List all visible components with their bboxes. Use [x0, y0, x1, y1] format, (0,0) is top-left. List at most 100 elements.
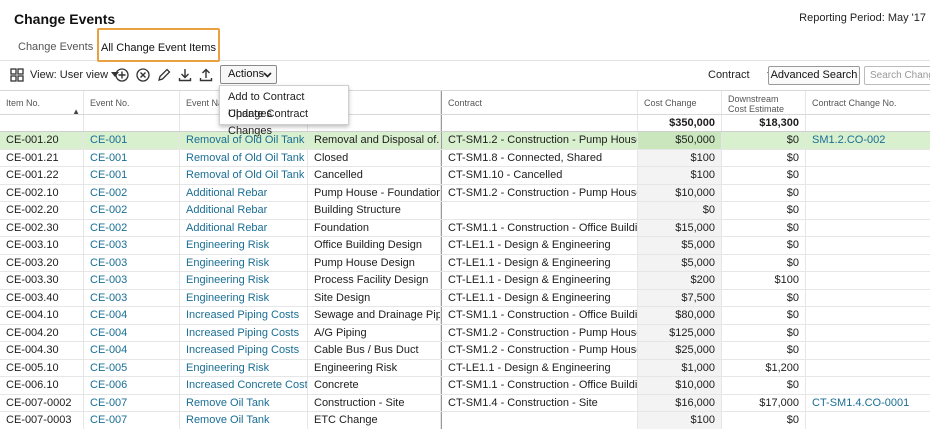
table-row[interactable]: CE-002.10 CE-002 Additional Rebar Pump Hous… — [0, 184, 930, 202]
remove-icon[interactable] — [136, 66, 150, 84]
table-row[interactable]: CE-001.21 CE-001 Removal of Old Oil Tank Cl… — [0, 149, 930, 167]
table-row[interactable]: CE-004.20 CE-004 Increased Piping Costs A/G… — [0, 324, 930, 342]
edit-icon[interactable] — [157, 66, 171, 84]
grid-view-icon[interactable] — [10, 66, 24, 84]
contract-change-no-link[interactable] — [806, 272, 930, 289]
event-name-link[interactable]: Increased Piping Costs — [180, 342, 308, 359]
cost-change-cell: $50,000 — [638, 132, 722, 149]
contract-change-no-link[interactable] — [806, 220, 930, 237]
table-row[interactable]: CE-007-0002 CE-007 Remove Oil Tank Construc… — [0, 394, 930, 412]
table-row[interactable]: CE-001.20 CE-001 Removal of Old Oil Tank Re… — [0, 132, 930, 150]
event-name-link[interactable]: Removal of Old Oil Tank — [180, 149, 308, 166]
table-row[interactable]: CE-002.20 CE-002 Additional Rebar Building … — [0, 202, 930, 220]
add-icon[interactable] — [115, 66, 129, 84]
item-no-cell: CE-001.22 — [0, 167, 84, 184]
tab-change-events[interactable]: Change Events — [18, 35, 93, 60]
event-no-link[interactable]: CE-003 — [84, 237, 180, 254]
contract-change-no-link[interactable] — [806, 255, 930, 272]
column-header-cost-change[interactable]: Cost Change — [638, 91, 722, 114]
download-icon[interactable] — [178, 66, 192, 84]
event-name-link[interactable]: Removal of Old Oil Tank — [180, 167, 308, 184]
contract-change-no-link[interactable] — [806, 290, 930, 307]
table-row[interactable]: CE-004.30 CE-004 Increased Piping Costs Cab… — [0, 342, 930, 360]
event-no-link[interactable]: CE-001 — [84, 167, 180, 184]
event-name-link[interactable]: Increased Piping Costs — [180, 307, 308, 324]
contract-change-no-link[interactable] — [806, 167, 930, 184]
tab-bar: Change Events All Change Event Items — [0, 28, 930, 62]
column-header-contract[interactable]: Contract — [441, 91, 638, 114]
event-name-link[interactable]: Engineering Risk — [180, 289, 308, 306]
event-no-link[interactable]: CE-001 — [84, 132, 180, 149]
event-no-link[interactable]: CE-005 — [84, 359, 180, 376]
view-selector[interactable]: View: User view — [30, 66, 120, 84]
event-no-link[interactable]: CE-002 — [84, 184, 180, 201]
event-no-link[interactable]: CE-003 — [84, 272, 180, 289]
event-no-link[interactable]: CE-003 — [84, 289, 180, 306]
table-row[interactable]: CE-001.22 CE-001 Removal of Old Oil Tank Ca… — [0, 167, 930, 185]
contract-change-no-link[interactable] — [806, 202, 930, 219]
tab-all-change-event-items[interactable]: All Change Event Items — [97, 28, 220, 62]
search-input[interactable]: Search Change — [864, 66, 930, 85]
contract-cell: CT-SM1.8 - Connected, Shared — [441, 149, 638, 166]
downstream-cost-cell: $0 — [722, 132, 806, 149]
table-row[interactable]: CE-004.10 CE-004 Increased Piping Costs Sew… — [0, 307, 930, 325]
downstream-cost-cell: $1,200 — [722, 359, 806, 376]
event-no-link[interactable]: CE-004 — [84, 324, 180, 341]
table-row[interactable]: CE-002.30 CE-002 Additional Rebar Foundatio… — [0, 219, 930, 237]
upload-icon[interactable] — [199, 66, 213, 84]
contract-change-no-link[interactable] — [806, 307, 930, 324]
contract-change-no-link[interactable] — [806, 412, 930, 429]
contract-change-no-link[interactable] — [806, 150, 930, 167]
contract-filter-select[interactable]: Contract — [708, 66, 775, 84]
item-no-cell: CE-003.10 — [0, 237, 84, 254]
column-header-contract-change-no[interactable]: Contract Change No. — [806, 91, 930, 114]
column-header-downstream-cost-estimate[interactable]: Downstream Cost Estimate — [722, 91, 806, 114]
actions-button[interactable]: Actions — [220, 65, 277, 84]
contract-change-no-link[interactable] — [806, 342, 930, 359]
downstream-cost-cell: $0 — [722, 149, 806, 166]
event-no-link[interactable]: CE-002 — [84, 202, 180, 219]
table-row[interactable]: CE-003.30 CE-003 Engineering Risk Process F… — [0, 272, 930, 290]
column-header-event-no[interactable]: Event No. — [84, 91, 180, 114]
event-no-link[interactable]: CE-004 — [84, 307, 180, 324]
event-name-link[interactable]: Engineering Risk — [180, 254, 308, 271]
table-row[interactable]: CE-003.40 CE-003 Engineering Risk Site Desi… — [0, 289, 930, 307]
table-row[interactable]: CE-007-0003 CE-007 Remove Oil Tank ETC Chan… — [0, 412, 930, 429]
table-row[interactable]: CE-005.10 CE-005 Engineering Risk Engineeri… — [0, 359, 930, 377]
contract-change-no-link[interactable] — [806, 325, 930, 342]
event-no-link[interactable]: CE-001 — [84, 149, 180, 166]
event-name-link[interactable]: Engineering Risk — [180, 237, 308, 254]
contract-change-no-link[interactable] — [806, 360, 930, 377]
description-cell: A/G Piping — [308, 324, 441, 341]
contract-filter-label: Contract — [708, 69, 750, 81]
contract-change-no-link[interactable] — [806, 377, 930, 394]
contract-change-no-link[interactable] — [806, 237, 930, 254]
event-no-link[interactable]: CE-002 — [84, 219, 180, 236]
event-name-link[interactable]: Remove Oil Tank — [180, 412, 308, 429]
contract-change-no-link[interactable]: CT-SM1.4.CO-0001 — [806, 395, 930, 412]
event-name-link[interactable]: Additional Rebar — [180, 202, 308, 219]
event-no-link[interactable]: CE-003 — [84, 254, 180, 271]
event-no-link[interactable]: CE-007 — [84, 394, 180, 411]
event-name-link[interactable]: Remove Oil Tank — [180, 394, 308, 411]
event-name-link[interactable]: Additional Rebar — [180, 184, 308, 201]
advanced-search-button[interactable]: Advanced Search — [768, 66, 860, 85]
event-name-link[interactable]: Engineering Risk — [180, 272, 308, 289]
event-name-link[interactable]: Increased Piping Costs — [180, 324, 308, 341]
event-name-link[interactable]: Increased Concrete Costs — [180, 377, 308, 394]
event-no-link[interactable]: CE-006 — [84, 377, 180, 394]
event-name-link[interactable]: Additional Rebar — [180, 219, 308, 236]
item-no-cell: CE-004.20 — [0, 324, 84, 341]
column-header-item-no[interactable]: Item No. ▲ — [0, 91, 84, 114]
event-no-link[interactable]: CE-004 — [84, 342, 180, 359]
table-row[interactable]: CE-003.10 CE-003 Engineering Risk Office Bu… — [0, 237, 930, 255]
event-name-link[interactable]: Engineering Risk — [180, 359, 308, 376]
contract-change-no-link[interactable]: SM1.2.CO-002 — [806, 132, 930, 149]
contract-change-no-link[interactable] — [806, 185, 930, 202]
menu-item-update-contract-changes[interactable]: Update Contract Changes — [220, 106, 348, 137]
table-row[interactable]: CE-006.10 CE-006 Increased Concrete Costs C… — [0, 377, 930, 395]
event-no-link[interactable]: CE-007 — [84, 412, 180, 429]
table-row[interactable]: CE-003.20 CE-003 Engineering Risk Pump Hous… — [0, 254, 930, 272]
contract-cell: CT-SM1.2 - Construction - Pump House — [441, 184, 638, 201]
menu-item-add-to-contract-changes[interactable]: Add to Contract Changes — [220, 89, 348, 120]
